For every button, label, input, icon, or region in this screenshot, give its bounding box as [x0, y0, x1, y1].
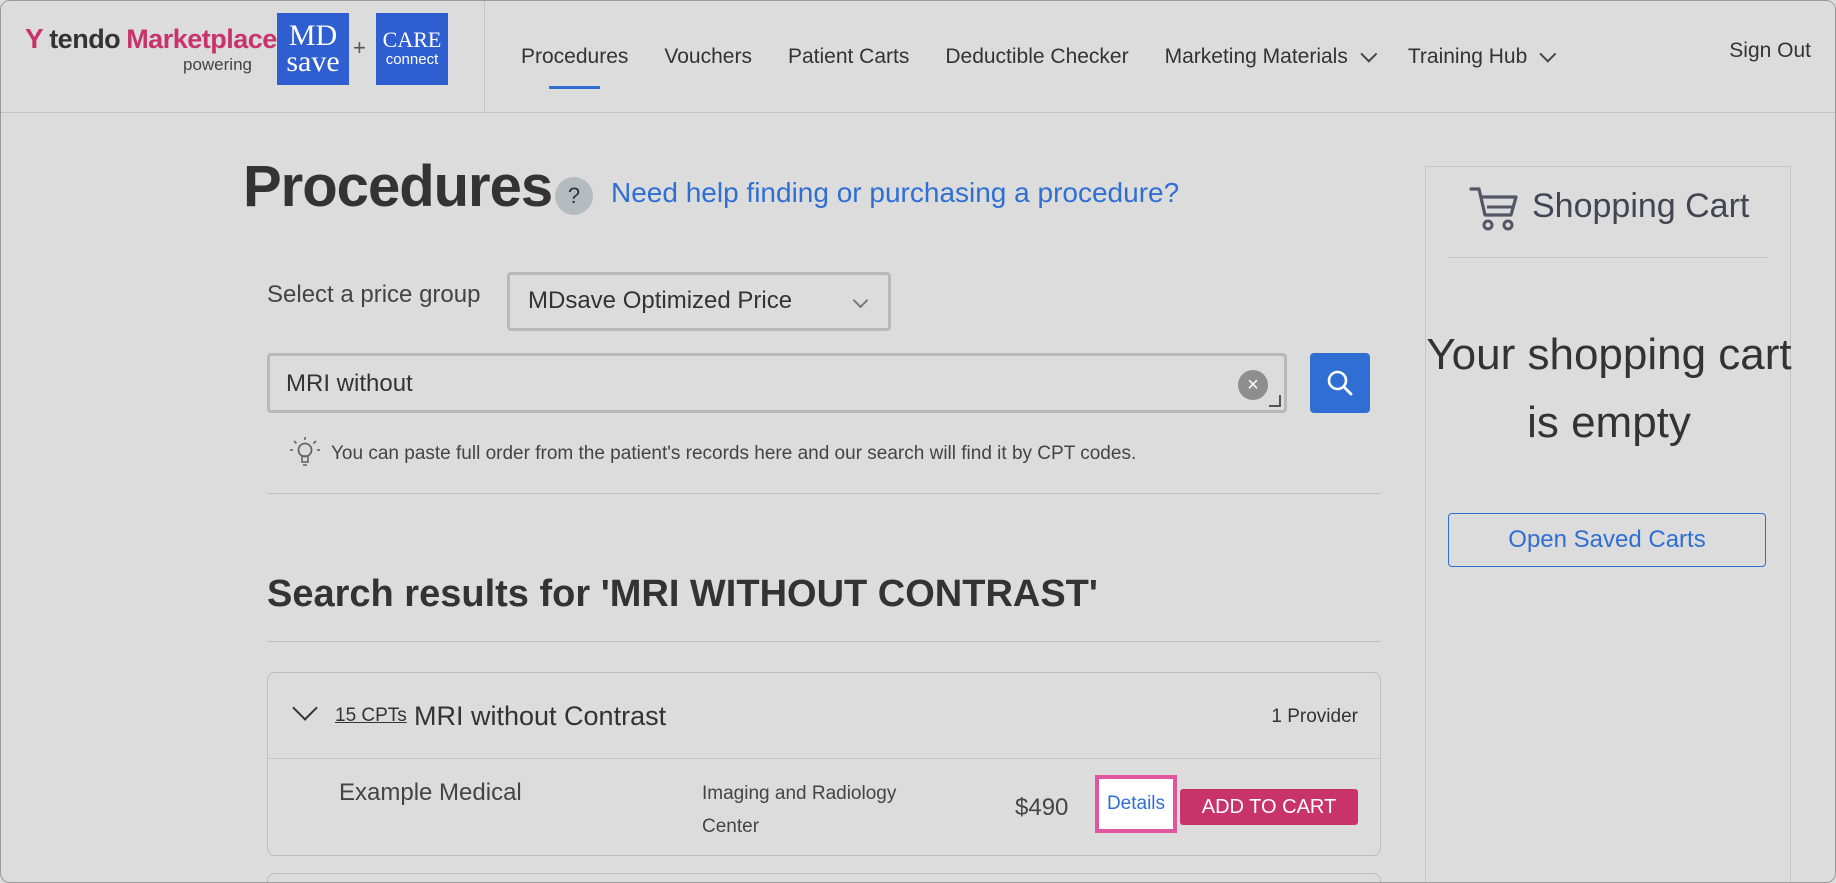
- nav-procedures[interactable]: Procedures: [521, 1, 628, 113]
- powering-label: powering: [183, 55, 252, 74]
- sign-out-link[interactable]: Sign Out: [1729, 39, 1811, 63]
- mdsave-logo: MD save: [277, 13, 349, 85]
- clear-icon[interactable]: ×: [1238, 370, 1268, 400]
- divider: [1448, 257, 1768, 258]
- tendo-name: tendo: [49, 23, 121, 54]
- cart-title: Shopping Cart: [1532, 187, 1750, 225]
- chevron-down-icon: [1539, 45, 1557, 63]
- page-title: Procedures: [243, 154, 553, 219]
- top-header: Y tendo Marketplace powering MD save + C…: [1, 1, 1835, 113]
- add-to-cart-button[interactable]: ADD TO CART: [1180, 789, 1358, 825]
- careconnect-logo: CARE connect: [376, 13, 448, 85]
- search-tip: You can paste full order from the patien…: [331, 443, 1137, 464]
- procedure-name: MRI without Contrast: [414, 701, 667, 731]
- price-group-select[interactable]: MDsave Optimized Price: [507, 272, 891, 331]
- chevron-down-icon: [852, 292, 869, 309]
- logo-plus: +: [353, 35, 366, 60]
- tendo-logo[interactable]: Y tendo Marketplace: [25, 23, 277, 55]
- cpt-count-link[interactable]: 15 CPTs: [335, 705, 407, 727]
- provider-count: 1 Provider: [1271, 706, 1358, 727]
- nav-deductible-checker[interactable]: Deductible Checker: [945, 1, 1128, 113]
- provider-name: Example Medical: [339, 779, 522, 806]
- nav-vouchers[interactable]: Vouchers: [664, 1, 752, 113]
- main-nav: Procedures Vouchers Patient Carts Deduct…: [521, 1, 1587, 113]
- procedure-search-input[interactable]: MRI without ×: [267, 353, 1287, 413]
- divider: [267, 493, 1381, 494]
- resize-handle-icon[interactable]: [1269, 395, 1281, 407]
- procedure-price: $490: [1015, 794, 1069, 821]
- search-button[interactable]: [1310, 353, 1370, 413]
- result-card: 15 CPTs MRI without Contrast 1 Provider …: [267, 672, 1381, 856]
- tendo-marketplace: Marketplace: [126, 23, 277, 54]
- details-button[interactable]: Details: [1095, 775, 1177, 833]
- chevron-down-icon[interactable]: [292, 695, 318, 721]
- result-card: [267, 873, 1381, 882]
- open-saved-carts-button[interactable]: Open Saved Carts: [1448, 513, 1766, 567]
- help-icon[interactable]: ?: [555, 177, 593, 215]
- chevron-down-icon: [1360, 45, 1378, 63]
- cart-empty-message: Your shopping cart is empty: [1426, 330, 1792, 447]
- lightbulb-icon: [290, 437, 320, 466]
- brand-area: Y tendo Marketplace powering MD save + C…: [1, 1, 485, 113]
- help-link[interactable]: Need help finding or purchasing a proced…: [611, 177, 1179, 209]
- search-icon: [1327, 370, 1353, 396]
- app-window: Y tendo Marketplace powering MD save + C…: [0, 0, 1836, 883]
- divider: [267, 641, 1381, 642]
- nav-training-hub[interactable]: Training Hub: [1408, 1, 1557, 113]
- results-title: Search results for 'MRI WITHOUT CONTRAST…: [267, 573, 1098, 615]
- price-group-label: Select a price group: [267, 281, 481, 308]
- facility-name: Imaging and Radiology Center: [702, 783, 897, 837]
- nav-marketing-materials[interactable]: Marketing Materials: [1165, 1, 1378, 113]
- shopping-cart-panel: Shopping Cart Your shopping cart is empt…: [1425, 166, 1792, 882]
- tendo-mark-icon: Y: [25, 23, 44, 54]
- shopping-cart-icon: [1469, 187, 1518, 231]
- nav-patient-carts[interactable]: Patient Carts: [788, 1, 909, 113]
- result-card-header[interactable]: 15 CPTs MRI without Contrast 1 Provider: [268, 673, 1380, 759]
